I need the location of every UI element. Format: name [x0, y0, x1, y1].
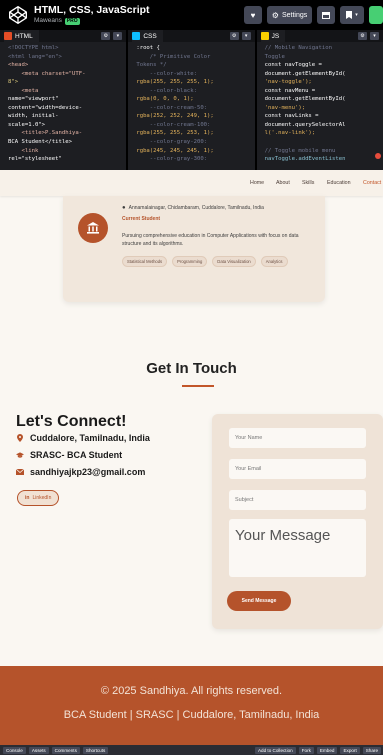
- map-pin-icon: [16, 434, 24, 442]
- envelope-icon: [16, 469, 24, 475]
- message-field[interactable]: Your Message: [229, 519, 366, 577]
- html-editor-label: HTML: [15, 32, 33, 40]
- contact-form: Your Name Your Email Subject Your Messag…: [212, 414, 383, 629]
- education-card: ● Annamalainagar, Chidambaram, Cuddalore…: [63, 196, 325, 302]
- gear-icon[interactable]: ⚙: [357, 32, 367, 40]
- nav-link-contact[interactable]: Contact: [363, 180, 381, 186]
- nav-link-about[interactable]: About: [276, 180, 290, 186]
- user-avatar[interactable]: [369, 6, 383, 24]
- embed-button[interactable]: Embed: [316, 746, 338, 754]
- linkedin-label: LinkedIn: [32, 495, 52, 501]
- js-code[interactable]: // Mobile Navigation Toggle const navTog…: [257, 42, 383, 164]
- html-editor[interactable]: HTML ⚙ ▾ <!DOCTYPE html> <html lang="en"…: [0, 30, 127, 170]
- error-indicator-icon: [374, 153, 381, 159]
- connect-heading: Let's Connect!: [16, 413, 127, 430]
- nav-link-education[interactable]: Education: [327, 180, 351, 186]
- heart-icon: ♥: [250, 10, 256, 20]
- codepen-logo-icon[interactable]: [6, 3, 30, 27]
- map-pin-icon: ●: [122, 205, 126, 211]
- layout-button[interactable]: [317, 6, 335, 24]
- js-editor[interactable]: JS ⚙ ▾ // Mobile Navigation Toggle const…: [256, 30, 383, 170]
- fork-button[interactable]: Fork: [298, 746, 314, 754]
- assets-button[interactable]: Assets: [28, 746, 49, 754]
- add-to-collection-button[interactable]: Add to Collection: [254, 746, 296, 754]
- codepen-footer: Console Assets Comments Shortcuts Add to…: [0, 745, 383, 755]
- export-button[interactable]: Export: [340, 746, 360, 754]
- site-navbar: Home About Skills Education Contact: [0, 170, 383, 196]
- skill-tags: Statistical Methods Programming Data Vis…: [122, 256, 288, 267]
- skill-tag: Programming: [172, 256, 208, 267]
- html-code[interactable]: <!DOCTYPE html> <html lang="en"> <head> …: [0, 42, 126, 164]
- nav-link-home[interactable]: Home: [250, 180, 264, 186]
- css-editor-label: CSS: [143, 32, 157, 40]
- settings-button[interactable]: ⚙ Settings: [267, 6, 312, 24]
- shortcuts-button[interactable]: Shortcuts: [82, 746, 109, 754]
- chevron-down-icon[interactable]: ▾: [241, 32, 251, 40]
- html-file-icon: [4, 32, 12, 40]
- js-editor-label: JS: [271, 32, 280, 40]
- css-editor[interactable]: CSS ⚙ ▾ :root { /* Primitive Color Token…: [128, 30, 255, 170]
- js-editor-header: JS ⚙ ▾: [256, 30, 383, 42]
- pen-title[interactable]: HTML, CSS, JavaScript: [34, 5, 150, 16]
- contact-email[interactable]: sandhiyajkp23@gmail.com: [16, 467, 145, 477]
- education-status: Current Student: [122, 216, 161, 222]
- gear-icon[interactable]: ⚙: [101, 32, 111, 40]
- css-editor-tab[interactable]: CSS: [132, 30, 163, 42]
- chevron-down-icon[interactable]: ▾: [113, 32, 123, 40]
- settings-label: Settings: [281, 11, 308, 19]
- gear-icon[interactable]: ⚙: [229, 32, 239, 40]
- send-message-button[interactable]: Send Message: [227, 591, 291, 611]
- skill-tag: Statistical Methods: [122, 256, 168, 267]
- chevron-down-icon: ▾: [355, 12, 358, 18]
- linkedin-icon: in: [25, 495, 30, 501]
- codepen-window: HTML, CSS, JavaScript Maweans PRO ♥ ⚙ Se…: [0, 0, 383, 755]
- title-underline: [182, 385, 214, 387]
- editor-panes: HTML ⚙ ▾ <!DOCTYPE html> <html lang="en"…: [0, 30, 383, 170]
- subject-field[interactable]: Subject: [229, 490, 366, 510]
- pen-meta: HTML, CSS, JavaScript Maweans PRO: [34, 5, 150, 25]
- graduation-cap-icon: [16, 451, 24, 459]
- layout-icon: [322, 11, 330, 19]
- gear-icon: ⚙: [271, 10, 279, 20]
- comments-button[interactable]: Comments: [51, 746, 80, 754]
- nav-link-skills[interactable]: Skills: [302, 180, 314, 186]
- contact-section-title: Get In Touch: [146, 360, 237, 377]
- css-editor-header: CSS ⚙ ▾: [128, 30, 255, 42]
- university-icon: [78, 213, 108, 243]
- share-button[interactable]: Share: [362, 746, 381, 754]
- linkedin-button[interactable]: in LinkedIn: [17, 490, 60, 506]
- site-footer: © 2025 Sandhiya. All rights reserved. BC…: [0, 666, 383, 745]
- email-field[interactable]: Your Email: [229, 459, 366, 479]
- html-editor-tab[interactable]: HTML: [4, 30, 39, 42]
- preview-frame[interactable]: Home About Skills Education Contact ● An…: [0, 170, 383, 745]
- html-editor-header: HTML ⚙ ▾: [0, 30, 127, 42]
- contact-role: SRASC- BCA Student: [16, 450, 122, 460]
- console-button[interactable]: Console: [3, 746, 26, 754]
- skill-tag: Data Visualization: [212, 256, 256, 267]
- education-description: Pursuing comprehensive education in Comp…: [122, 233, 299, 247]
- bookmark-icon: [346, 11, 353, 19]
- like-button[interactable]: ♥: [244, 6, 262, 24]
- pen-author[interactable]: Maweans: [34, 17, 62, 25]
- bookmark-button[interactable]: ▾: [340, 6, 364, 24]
- codepen-header: HTML, CSS, JavaScript Maweans PRO ♥ ⚙ Se…: [0, 0, 383, 30]
- chevron-down-icon[interactable]: ▾: [369, 32, 379, 40]
- js-editor-tab[interactable]: JS: [260, 30, 286, 42]
- skill-tag: Analytics: [260, 256, 288, 267]
- pro-badge: PRO: [64, 17, 80, 25]
- footer-tagline: BCA Student | SRASC | Cuddalore, Tamilna…: [63, 709, 320, 721]
- css-file-icon: [132, 32, 141, 40]
- css-code[interactable]: :root { /* Primitive Color Tokens */ --c…: [128, 42, 254, 164]
- education-location: ● Annamalainagar, Chidambaram, Cuddalore…: [122, 205, 264, 211]
- footer-copyright: © 2025 Sandhiya. All rights reserved.: [100, 685, 283, 697]
- contact-location: Cuddalore, Tamilnadu, India: [16, 433, 150, 443]
- js-file-icon: [260, 32, 269, 40]
- header-actions: ♥ ⚙ Settings ▾: [244, 6, 383, 24]
- name-field[interactable]: Your Name: [229, 428, 366, 448]
